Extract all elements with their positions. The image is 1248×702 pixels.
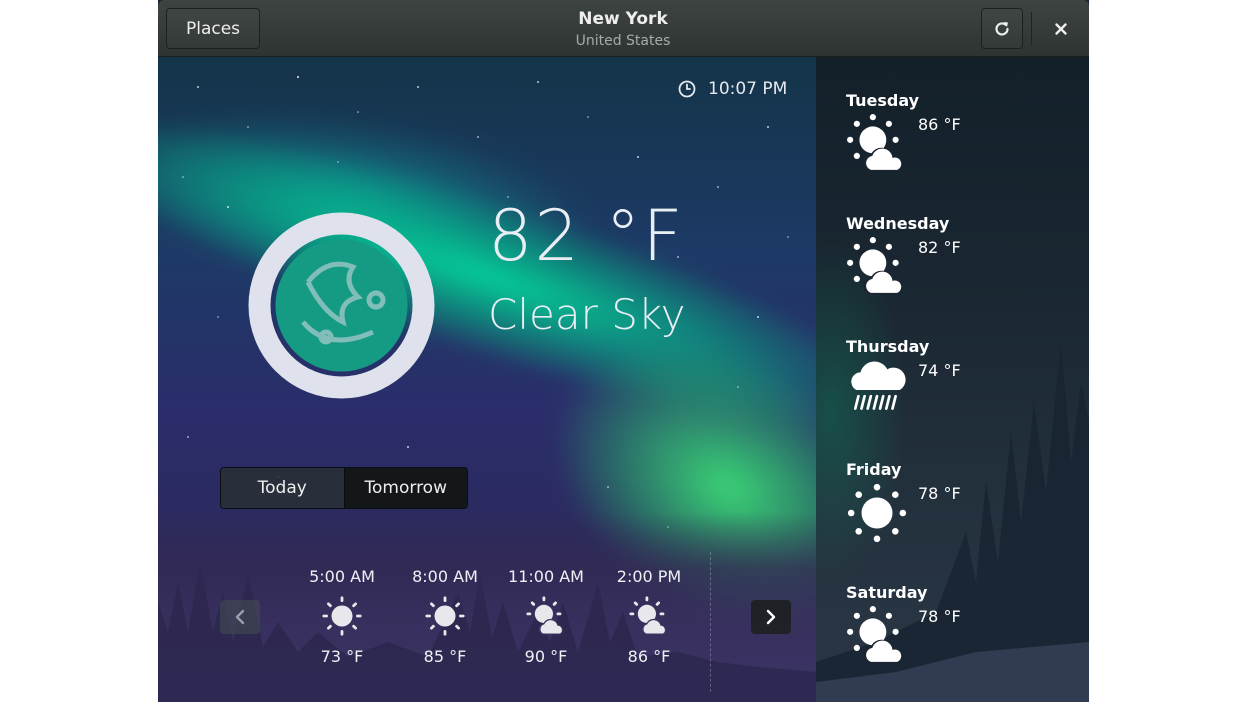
sun-icon xyxy=(424,595,466,637)
partly-cloudy-icon xyxy=(846,113,908,175)
current-temperature: 82 °F xyxy=(488,195,685,277)
forecast-temp: 86 °F xyxy=(918,115,961,134)
forecast-day-name: Tuesday xyxy=(846,91,920,110)
forecast-temp: 82 °F xyxy=(918,238,961,257)
hourly-prev-button[interactable] xyxy=(220,600,260,634)
title-block: New York United States xyxy=(473,0,773,57)
sun-icon xyxy=(846,482,908,544)
clock-row: 10:07 PM xyxy=(678,79,787,99)
refresh-icon xyxy=(995,21,1009,36)
hourly-temp: 85 °F xyxy=(423,647,467,666)
night-clear-icon xyxy=(248,212,435,399)
refresh-button[interactable] xyxy=(981,8,1023,49)
hourly-time: 5:00 AM xyxy=(309,567,375,586)
close-icon xyxy=(1054,22,1067,35)
partly-cloudy-icon xyxy=(628,595,670,637)
partly-cloudy-icon xyxy=(846,236,908,298)
forecast-day-name: Thursday xyxy=(846,337,930,356)
weather-window: Places New York United States 10:07 PM 8… xyxy=(158,0,1089,702)
sun-icon xyxy=(321,595,363,637)
forecast-day: Thursday 74 °F xyxy=(846,337,1066,447)
forecast-day-name: Saturday xyxy=(846,583,928,602)
current-condition: Clear Sky xyxy=(488,290,686,339)
rain-icon xyxy=(846,359,908,421)
hourly-item: 5:00 AM 73 °F xyxy=(292,567,392,666)
chevron-right-icon xyxy=(766,609,776,625)
hourly-time: 2:00 PM xyxy=(616,567,682,586)
hourly-time: 11:00 AM xyxy=(508,567,584,586)
current-time: 10:07 PM xyxy=(708,79,788,99)
forecast-day: Tuesday 86 °F xyxy=(846,91,1066,201)
forecast-temp: 78 °F xyxy=(918,607,961,626)
hourly-item: 8:00 AM 85 °F xyxy=(395,567,495,666)
hourly-temp: 90 °F xyxy=(524,647,568,666)
location-title: New York xyxy=(578,9,668,29)
current-weather-panel: 10:07 PM 82 °F Clear Sky Today Tomorrow xyxy=(158,57,816,702)
hourly-item: 2:00 PM 86 °F xyxy=(599,567,699,666)
header-bar: Places New York United States xyxy=(158,0,1089,57)
forecast-day: Wednesday 82 °F xyxy=(846,214,1066,324)
hourly-temp: 86 °F xyxy=(627,647,671,666)
places-button[interactable]: Places xyxy=(166,8,260,49)
clock-icon xyxy=(678,80,696,98)
close-button[interactable] xyxy=(1044,12,1077,45)
chevron-left-icon xyxy=(235,609,245,625)
tab-today[interactable]: Today xyxy=(221,468,345,508)
forecast-day-name: Wednesday xyxy=(846,214,950,233)
hourly-temp: 73 °F xyxy=(320,647,364,666)
forecast-temp: 78 °F xyxy=(918,484,961,503)
forecast-panel: Tuesday 86 °F Wednesday 82 °F Thursday 7… xyxy=(816,57,1089,702)
partly-cloudy-icon xyxy=(846,605,908,667)
header-separator xyxy=(1031,12,1032,45)
forecast-temp: 74 °F xyxy=(918,361,961,380)
forecast-day: Saturday 78 °F xyxy=(846,583,1066,693)
hourly-divider xyxy=(710,552,711,692)
forecast-day-name: Friday xyxy=(846,460,902,479)
partly-cloudy-icon xyxy=(525,595,567,637)
location-subtitle: United States xyxy=(575,33,671,49)
hourly-next-button[interactable] xyxy=(751,600,791,634)
tab-tomorrow[interactable]: Tomorrow xyxy=(344,468,467,508)
hourly-time: 8:00 AM xyxy=(412,567,478,586)
forecast-day: Friday 78 °F xyxy=(846,460,1066,570)
day-toggle: Today Tomorrow xyxy=(220,467,468,509)
hourly-item: 11:00 AM 90 °F xyxy=(496,567,596,666)
